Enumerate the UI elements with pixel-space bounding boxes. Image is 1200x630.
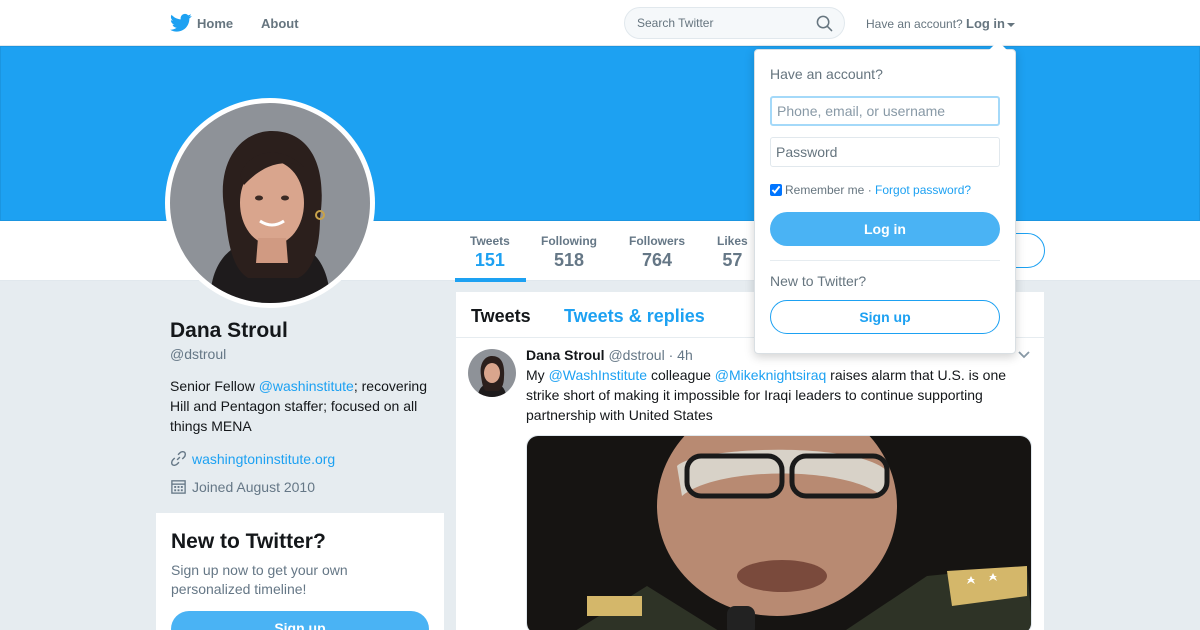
tweet-media-image[interactable] (526, 435, 1032, 630)
new-to-twitter-label: New to Twitter? (770, 273, 867, 289)
profile-url-row: washingtoninstitute.org (170, 450, 335, 467)
link-icon (171, 451, 186, 466)
profile-name[interactable]: Dana Stroul (170, 319, 288, 343)
signup-card-button[interactable]: Sign up (171, 611, 429, 630)
tweet-photo (527, 436, 1031, 630)
stat-value: 57 (722, 250, 743, 270)
avatar-photo (170, 103, 370, 303)
profile-joined-row: Joined August 2010 (170, 478, 315, 495)
caret-down-icon (1007, 22, 1015, 27)
tweet-text-part: My (526, 367, 549, 383)
forgot-password-link[interactable]: Forgot password? (875, 183, 971, 197)
stat-likes[interactable]: Likes 57 (717, 234, 748, 271)
stat-label: Followers (629, 234, 686, 248)
separator: · (864, 183, 876, 197)
stat-label: Likes (717, 234, 748, 248)
nav-about-link[interactable]: About (261, 16, 299, 31)
tweet-author-handle[interactable]: @dstroul (608, 347, 664, 363)
chevron-down-icon[interactable] (1017, 350, 1031, 360)
tweet-avatar-photo (468, 349, 516, 397)
profile-url-link[interactable]: washingtoninstitute.org (192, 451, 335, 467)
search-icon[interactable] (816, 15, 833, 32)
tweet-author-name[interactable]: Dana Stroul (526, 347, 605, 363)
signup-card: New to Twitter? Sign up now to get your … (156, 513, 444, 630)
stat-value: 764 (641, 250, 673, 270)
remember-me-checkbox[interactable] (770, 184, 782, 196)
tweet-timestamp[interactable]: 4h (677, 347, 693, 363)
username-input[interactable] (770, 96, 1000, 126)
tweet-header: Dana Stroul @dstroul · 4h (526, 347, 693, 363)
profile-avatar[interactable] (165, 98, 375, 308)
stat-label: Following (541, 234, 597, 248)
tweet-mention-link[interactable]: @Mikeknightsiraq (715, 367, 826, 383)
remember-row: Remember me · Forgot password? (770, 183, 971, 197)
signup-button[interactable]: Sign up (770, 300, 1000, 334)
tab-tweets[interactable]: Tweets (471, 306, 531, 327)
dropdown-title: Have an account? (770, 66, 883, 82)
twitter-bird-icon[interactable] (170, 13, 192, 33)
tab-tweets-replies[interactable]: Tweets & replies (564, 306, 705, 327)
top-nav: Home About Have an account? Log in (0, 0, 1200, 46)
tweet-text: My @WashInstitute colleague @Mikeknights… (526, 365, 1032, 425)
joined-date: Joined August 2010 (192, 479, 315, 495)
signup-card-title: New to Twitter? (171, 530, 326, 553)
stat-label: Tweets (470, 234, 510, 248)
profile-handle[interactable]: @dstroul (170, 346, 226, 362)
tweet-text-part: colleague (647, 367, 715, 383)
login-dropdown-toggle[interactable]: Log in (966, 16, 1015, 31)
stat-value: 518 (553, 250, 585, 270)
stat-following[interactable]: Following 518 (541, 234, 597, 271)
have-account-label: Have an account? (866, 17, 963, 31)
active-tab-underline (455, 278, 526, 282)
tweet-separator: · (664, 347, 678, 363)
stat-tweets[interactable]: Tweets 151 (470, 234, 510, 271)
nav-home-link[interactable]: Home (197, 16, 233, 31)
signup-card-text: Sign up now to get your own personalized… (171, 562, 348, 597)
tweet-avatar[interactable] (468, 349, 516, 397)
search-box (624, 7, 845, 39)
login-button[interactable]: Log in (770, 212, 1000, 246)
bio-text: Senior Fellow (170, 378, 259, 394)
bio-mention-link[interactable]: @washinstitute (259, 378, 354, 394)
login-dropdown: Have an account? Remember me · Forgot pa… (754, 41, 1016, 354)
tweet-mention-link[interactable]: @WashInstitute (549, 367, 648, 383)
search-input[interactable] (625, 8, 815, 38)
profile-bio: Senior Fellow @washinstitute; recovering… (170, 376, 440, 436)
remember-me-label[interactable]: Remember me (785, 183, 864, 197)
calendar-icon (171, 480, 186, 494)
password-input[interactable] (770, 137, 1000, 167)
divider (770, 260, 1000, 261)
login-toggle-label: Log in (966, 16, 1005, 31)
stat-followers[interactable]: Followers 764 (629, 234, 685, 271)
stat-value: 151 (474, 250, 505, 270)
dropdown-arrow (989, 41, 1007, 50)
